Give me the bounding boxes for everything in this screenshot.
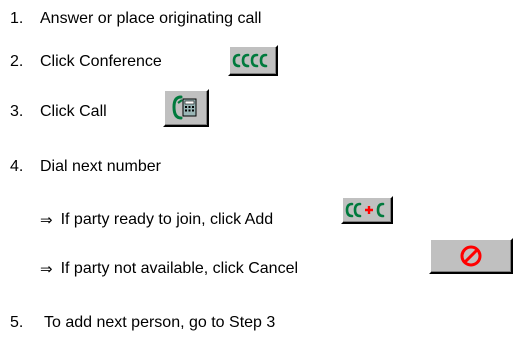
step-number: 2.: [10, 53, 24, 70]
step-5: 5. To add next person, go to Step 3: [10, 313, 275, 333]
step-text: Click Conference: [40, 53, 162, 70]
call-button[interactable]: [163, 89, 209, 127]
step-number: 4.: [10, 158, 24, 175]
conference-button[interactable]: [228, 45, 278, 76]
arrow-icon: ⇒: [40, 260, 53, 278]
conference-icon: [232, 53, 268, 68]
step-2: 2. Click Conference: [10, 52, 162, 72]
step-text: Dial next number: [40, 158, 161, 175]
cancel-icon: [460, 245, 482, 267]
substep-text: If party not available, click Cancel: [60, 260, 299, 277]
substep-cancel: ⇒ If party not available, click Cancel: [40, 259, 298, 279]
step-text: Click Call: [40, 103, 107, 120]
step-number: 5.: [10, 314, 24, 331]
cancel-button[interactable]: [429, 238, 513, 274]
arrow-icon: ⇒: [40, 211, 53, 229]
step-1: 1. Answer or place originating call: [10, 9, 261, 29]
step-text: Answer or place originating call: [40, 10, 262, 27]
step-number: 3.: [10, 103, 24, 120]
step-3: 3. Click Call: [10, 102, 107, 122]
substep-add: ⇒ If party ready to join, click Add: [40, 210, 273, 230]
step-text: To add next person, go to Step 3: [44, 314, 276, 331]
step-number: 1.: [10, 10, 24, 27]
add-party-icon: [345, 202, 385, 218]
add-button[interactable]: [341, 196, 393, 224]
step-4: 4. Dial next number: [10, 157, 161, 177]
substep-text: If party ready to join, click Add: [60, 211, 274, 228]
call-icon: [172, 95, 197, 120]
